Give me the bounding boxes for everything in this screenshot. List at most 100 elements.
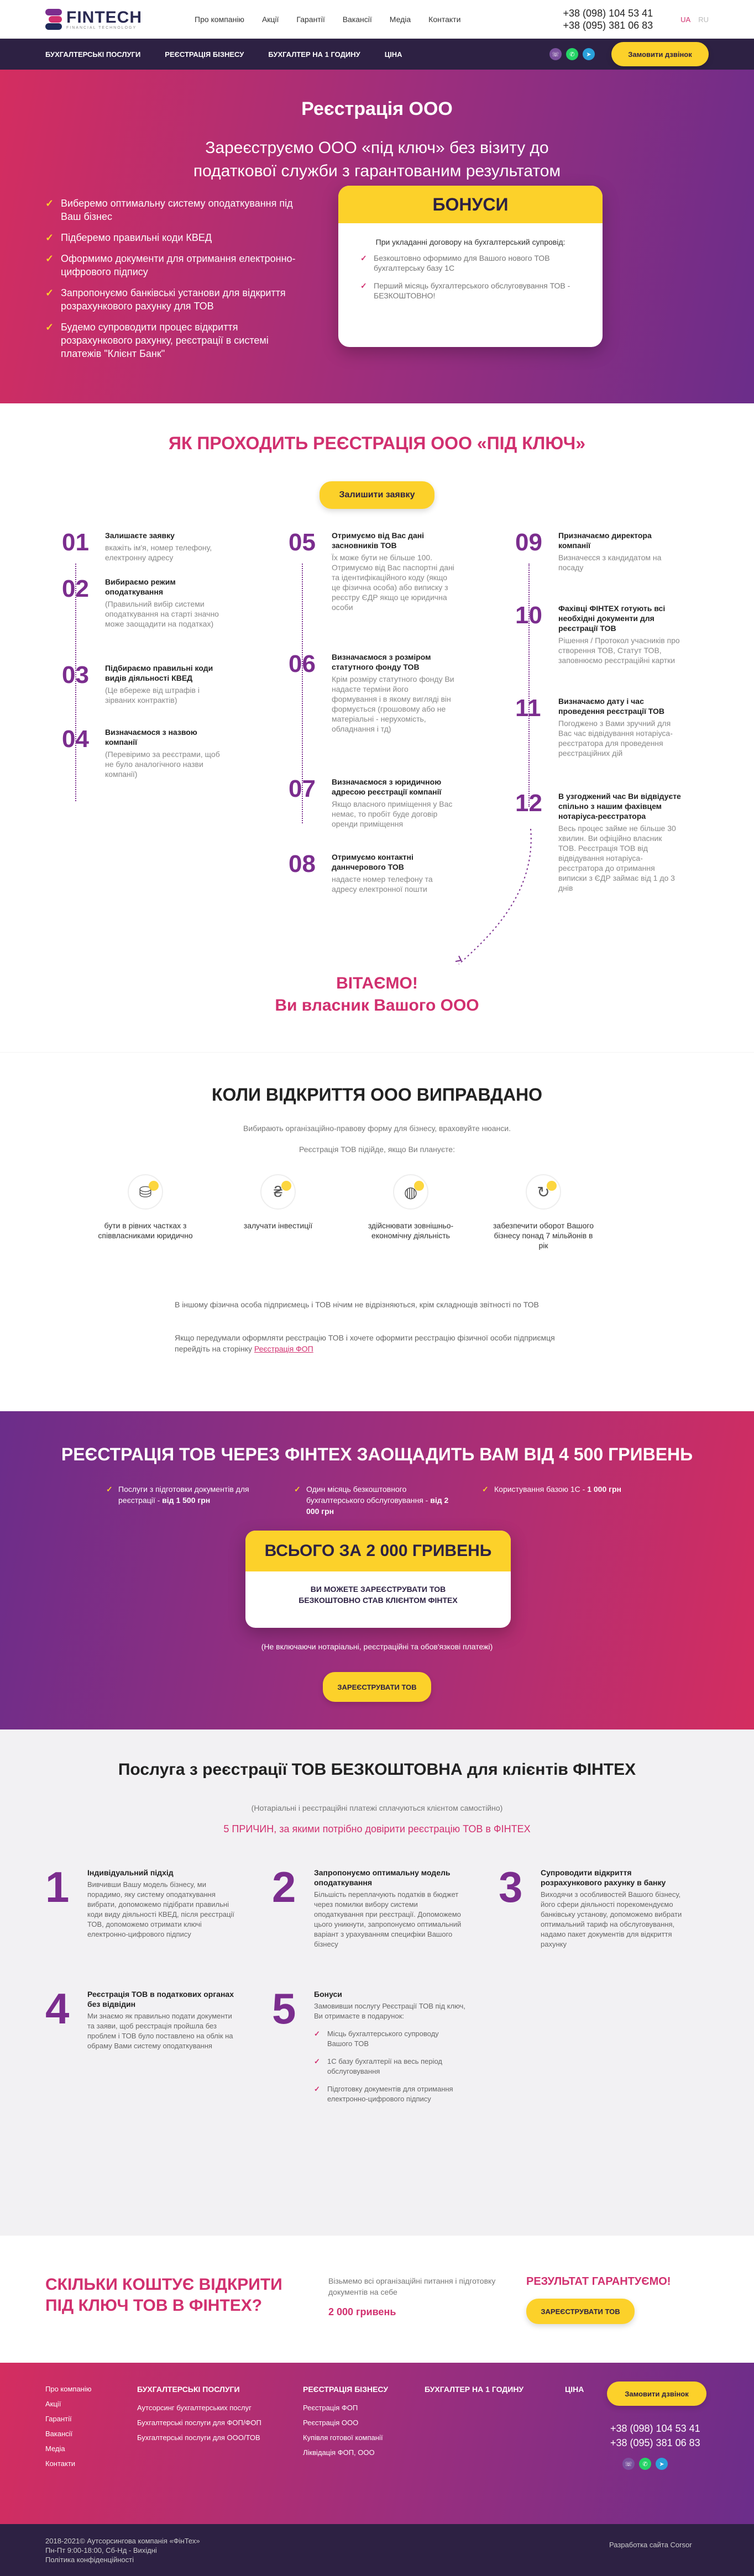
step-title: Призначаємо директора компанії [558, 531, 652, 550]
when-title: КОЛИ ВІДКРИТТЯ ООО ВИПРАВДАНО [211, 1085, 543, 1105]
reason-title: Запропонуємо оптимальну модель оподаткув… [314, 1868, 451, 1887]
footer-link[interactable]: Вакансії [45, 2430, 92, 2438]
free-service-section: Послуга з реєстрації ТОВ БЕЗКОШТОВНА для… [0, 1729, 754, 2236]
footer-phone-link[interactable]: +38 (095) 381 06 83 [610, 2436, 700, 2450]
free-reasons-heading: 5 ПРИЧИН, за якими потрібно довірити реє… [223, 1823, 531, 1834]
step-number: 05 [289, 529, 316, 556]
step-item: 10 Фахівці ФІНТЕХ готують всі необхідні д… [515, 603, 681, 696]
nav-media[interactable]: Медіа [390, 15, 411, 24]
viber-icon[interactable]: ☏ [622, 2458, 635, 2470]
reason-title: Супроводити відкриття розрахункового рах… [541, 1868, 666, 1887]
footer-phone-link[interactable]: +38 (098) 104 53 41 [610, 2421, 700, 2436]
footer-link[interactable]: Купівля готової компанії [303, 2433, 388, 2442]
steps-column-2: 05 Отримуємо від Вас дані засновників ТОВ… [289, 530, 454, 894]
footer-link[interactable]: Реєстрація ФОП [303, 2404, 388, 2412]
footer-order-call-button[interactable]: Замовити дзвінок [607, 2382, 706, 2406]
coins-icon: ⛁ [128, 1174, 163, 1210]
servicenav-hourly-accountant[interactable]: Бухгалтер на 1 годину [268, 50, 360, 59]
logo-icon [45, 9, 62, 30]
servicenav-accounting[interactable]: Бухгалтерські послуги [45, 50, 140, 59]
cost-info: Візьмемо всі організаційні питання і під… [328, 2275, 516, 2317]
footer-link[interactable]: Аутсорсинг бухгалтерських послуг [137, 2404, 261, 2412]
register-llc-button-2[interactable]: ЗАРЕЄСТРУВАТИ ТОВ [526, 2299, 635, 2324]
order-call-button[interactable]: Замовити дзвінок [611, 42, 709, 66]
footer-col-title[interactable]: БУХГАЛТЕР НА 1 ГОДИНУ [425, 2385, 523, 2394]
free-title: Послуга з реєстрації ТОВ БЕЗКОШТОВНА для… [118, 1760, 636, 1779]
step-text: Рішення / Протокол учасників про створен… [558, 636, 680, 665]
footer-link[interactable]: Про компанію [45, 2385, 92, 2393]
nav-about[interactable]: Про компанію [195, 15, 244, 24]
whatsapp-icon[interactable]: ✆ [639, 2458, 651, 2470]
footer-link[interactable]: Гарантії [45, 2415, 92, 2423]
telegram-icon[interactable]: ➤ [583, 48, 595, 60]
savings-item-text: Користування базою 1С - [494, 1485, 588, 1494]
footer-link[interactable]: Реєстрація ООО [303, 2419, 388, 2427]
steps-column-3: 09 Призначаємо директора компанії Визначеє… [515, 530, 681, 893]
logo[interactable]: FINTECH FINANCIAL TECHNOLOGY [45, 9, 184, 30]
page-title: Реєстрація ООО [301, 98, 453, 119]
footer-link[interactable]: Контакти [45, 2459, 92, 2468]
footer-hourly: БУХГАЛТЕР НА 1 ГОДИНУ [425, 2385, 523, 2404]
reason-item: 3 Супроводити відкриття розрахункового ра… [499, 1865, 692, 1949]
nav-promos[interactable]: Акції [262, 15, 279, 24]
footer-bottom: 2018-2021© Аутсорсингова компанія «ФінТе… [0, 2524, 754, 2576]
developer-link[interactable]: Разработка сайта Corsor [609, 2541, 692, 2549]
bonus-gift-item: Підготовку документів для отримання елек… [314, 2084, 465, 2104]
fop-registration-link[interactable]: Реєстрація ФОП [254, 1344, 313, 1353]
footer-link[interactable]: Бухгалтерські послуги для ФОП/ФОП [137, 2419, 261, 2427]
step-text: Крім розміру статутного фонду Ви надаєте… [332, 675, 454, 733]
bonus-item: Перший місяць бухгалтерського обслуговув… [360, 281, 580, 301]
viber-icon[interactable]: ☏ [549, 48, 562, 60]
footer: Про компанію Акції Гарантії Вакансії Мед… [0, 2363, 754, 2524]
privacy-link[interactable]: Політика конфіденційності [45, 2556, 134, 2564]
footer-link[interactable]: Ліквідація ФОП, ООО [303, 2448, 388, 2457]
step-title: Фахівці ФІНТЕХ готують всі необхідні док… [558, 604, 666, 633]
congrats-title: ВІТАЄМО! [336, 974, 418, 992]
free-subtitle: (Нотаріальні і реєстраційні платежі спла… [251, 1804, 503, 1812]
step-title: Визначаємося з назвою компанії [105, 728, 197, 746]
step-item: 02 Вибираємо режим оподаткування (Правильн… [62, 577, 228, 663]
nav-guarantees[interactable]: Гарантії [296, 15, 324, 24]
nav-vacancies[interactable]: Вакансії [343, 15, 372, 24]
total-card: ВСЬОГО ЗА 2 000 ГРИВЕНЬ ВИ МОЖЕТЕ ЗАРЕЄС… [245, 1531, 511, 1628]
benefit-item: Будемо супроводити процес відкриття розр… [45, 320, 300, 360]
servicenav-registration[interactable]: Реєстрація бізнесу [165, 50, 244, 59]
phone-link-2[interactable]: +38 (095) 381 06 83 [563, 19, 653, 31]
step-text: Їх може бути не більше 100. Отримуємо ві… [332, 553, 454, 612]
savings-item-text: Один місяць безкоштовного бухгалтерськог… [306, 1485, 431, 1505]
footer-link[interactable]: Медіа [45, 2444, 92, 2453]
reason-title: Бонуси [314, 1990, 342, 1999]
reason-text: Ми знаємо як правильно подати документи … [87, 2012, 233, 2050]
benefit-item: Виберемо оптимальну систему оподаткуванн… [45, 197, 300, 223]
cost-guarantee: РЕЗУЛЬТАТ ГАРАНТУЄМО! [526, 2275, 671, 2288]
footer-registration: РЕЄСТРАЦІЯ БІЗНЕСУ Реєстрація ФОП Реєстр… [303, 2385, 388, 2463]
phone-link-1[interactable]: +38 (098) 104 53 41 [563, 7, 653, 19]
telegram-icon[interactable]: ➤ [656, 2458, 668, 2470]
register-llc-button[interactable]: ЗАРЕЄСТРУВАТИ ТОВ [323, 1672, 431, 1702]
whatsapp-icon[interactable]: ✆ [566, 48, 578, 60]
nav-contacts[interactable]: Контакти [428, 15, 460, 24]
step-number: 11 [515, 695, 541, 722]
footer-col-title[interactable]: БУХГАЛТЕРСЬКІ ПОСЛУГИ [137, 2385, 261, 2394]
lang-ua[interactable]: UA [680, 15, 690, 24]
footer-link[interactable]: Бухгалтерські послуги для ООО/ТОВ [137, 2433, 261, 2442]
reason-title: Реєстрація ТОВ в податкових органах без … [87, 1990, 234, 2009]
service-nav: Бухгалтерські послуги Реєстрація бізнесу… [0, 39, 754, 70]
lang-ru[interactable]: RU [698, 15, 709, 24]
step-item: 11 Визначаємо дату і час проведення реєст… [515, 696, 681, 791]
step-number: 03 [62, 661, 89, 688]
leave-request-button[interactable]: Залишити заявку [320, 481, 434, 509]
footer-col-title[interactable]: РЕЄСТРАЦІЯ БІЗНЕСУ [303, 2385, 388, 2394]
savings-item: Користування базою 1С - 1 000 грн [482, 1484, 648, 1517]
benefit-item: Оформимо документи для отримання електро… [45, 252, 300, 278]
step-item: 03 Підбираємо правильні коди видів діяльн… [62, 663, 228, 727]
reason-card: ₴ залучати інвестиції [226, 1174, 331, 1250]
step-number: 08 [289, 850, 316, 877]
when-lead: Вибирають організаційно-правову форму дл… [243, 1124, 511, 1133]
bonus-title: БОНУСИ [338, 186, 603, 223]
reason-title: Індивідуальний підхід [87, 1868, 174, 1877]
footer-link[interactable]: Акції [45, 2400, 92, 2408]
benefit-item: Підберемо правильні коди КВЕД [45, 231, 300, 244]
footer-col-title[interactable]: ЦІНА [565, 2385, 584, 2394]
servicenav-price[interactable]: Ціна [385, 50, 402, 59]
